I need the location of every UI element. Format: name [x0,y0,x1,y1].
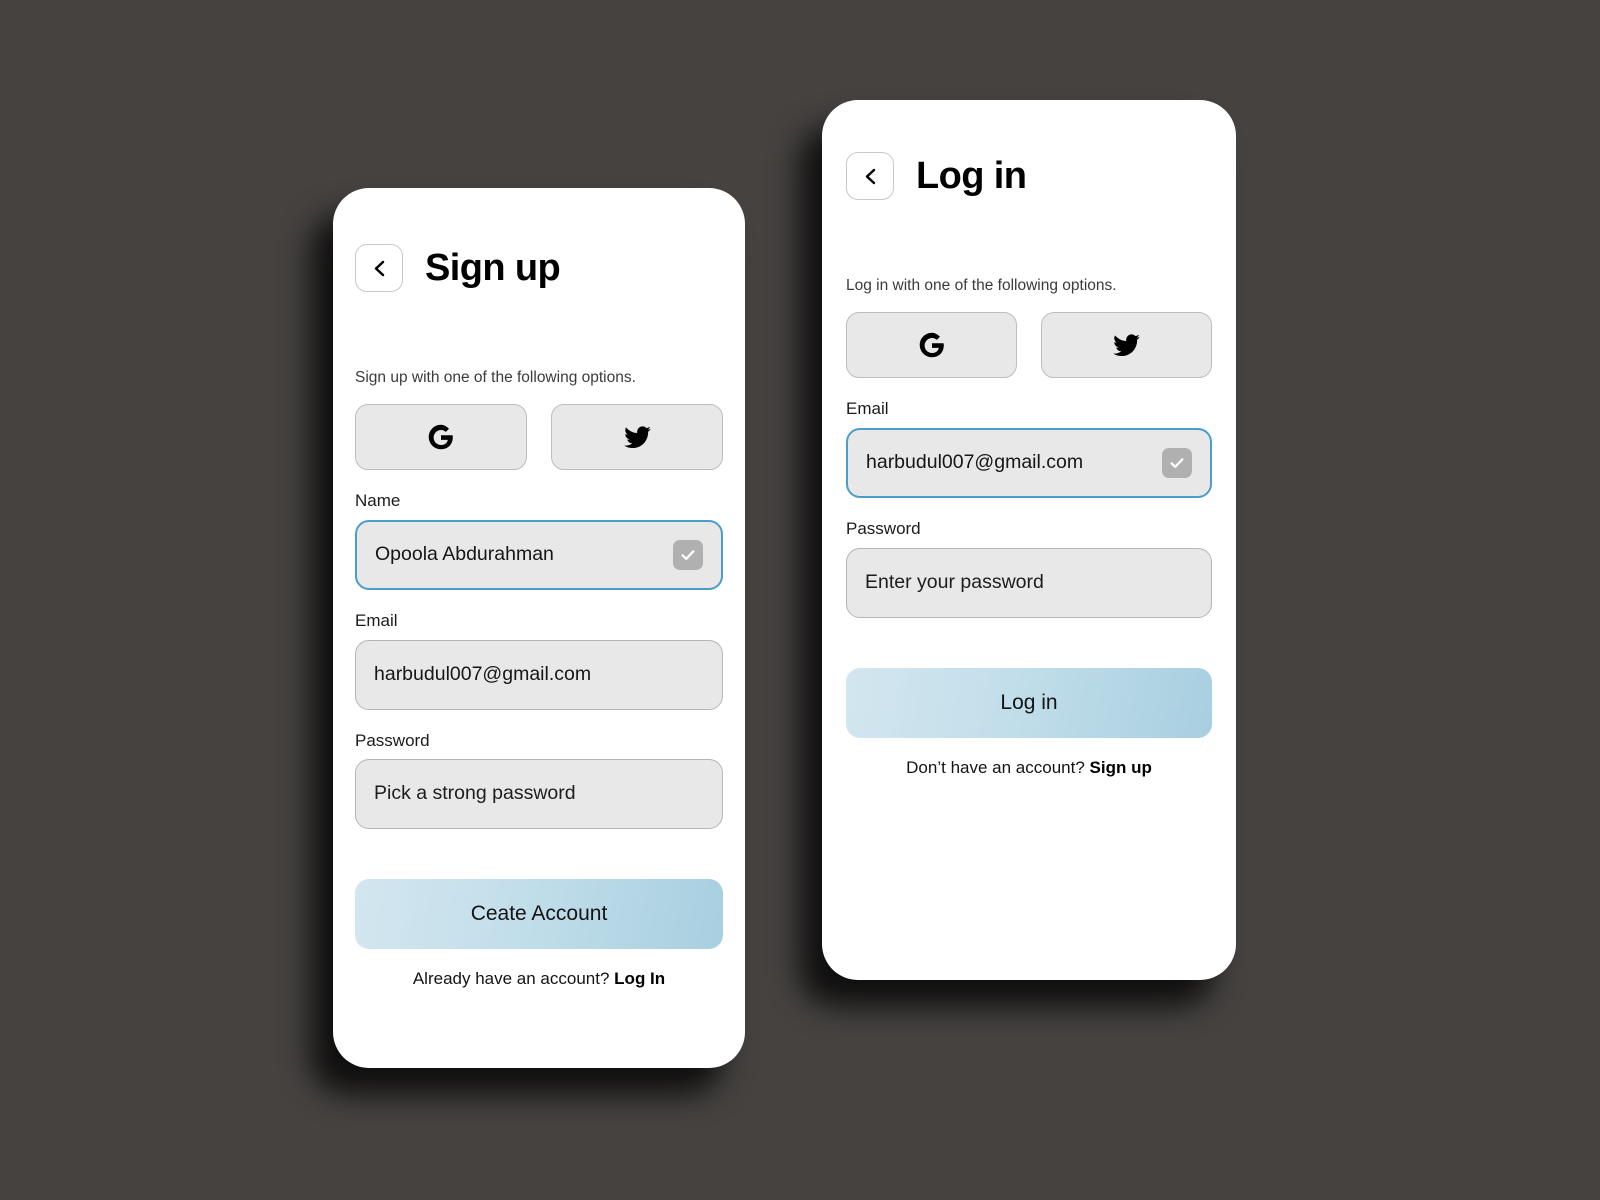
login-social-buttons [846,312,1212,379]
screen-background: Sign up Sign up with one of the followin… [0,0,1600,1200]
email-field-label: Email [355,610,398,630]
password-input[interactable]: Pick a strong password [355,759,723,830]
page-title: Sign up [425,247,561,289]
google-icon [917,330,947,360]
login-footer: Don’t have an account? Sign up [846,758,1212,778]
twitter-icon [623,423,652,452]
twitter-icon [1112,331,1141,360]
name-field-group: Name Opoola Abdurahman [355,491,723,590]
signup-footer-text: Already have an account? [412,969,610,989]
google-signup-button[interactable] [355,404,527,471]
twitter-login-button[interactable] [1041,312,1212,379]
signup-card: Sign up Sign up with one of the followin… [333,188,745,1068]
chevron-left-icon [371,259,388,278]
name-input[interactable]: Opoola Abdurahman [355,519,723,590]
name-field-label: Name [355,491,401,511]
email-input[interactable]: harbudul007@gmail.com [355,639,723,710]
password-field-group: Password Enter your password [846,518,1212,618]
chevron-left-icon [862,167,879,186]
google-login-button[interactable] [846,312,1017,379]
signup-subtitle: Sign up with one of the following option… [355,369,636,386]
check-icon [1168,454,1186,472]
email-valid-checkbox[interactable] [1162,447,1192,478]
back-button[interactable] [355,244,403,292]
page-title: Log in [916,155,1027,197]
password-input-placeholder: Enter your password [865,571,1044,593]
login-subtitle: Log in with one of the following options… [846,277,1117,294]
log-in-button[interactable]: Log in [846,667,1212,738]
create-account-button[interactable]: Ceate Account [355,879,723,950]
back-button[interactable] [846,152,894,200]
email-field-group: Email harbudul007@gmail.com [355,610,723,710]
login-header: Log in [846,152,1212,200]
password-field-label: Password [355,730,430,750]
google-icon [426,422,456,452]
signup-footer: Already have an account? Log In [355,969,723,989]
login-footer-text: Don’t have an account? [906,757,1085,777]
email-input-value: harbudul007@gmail.com [866,452,1084,474]
signup-header: Sign up [355,244,723,292]
signup-link[interactable]: Sign up [1090,758,1152,777]
password-field-label: Password [846,518,921,538]
signup-social-buttons [355,404,723,471]
login-card: Log in Log in with one of the following … [822,100,1236,980]
email-field-label: Email [846,399,889,419]
name-input-value: Opoola Abdurahman [375,544,554,566]
login-link[interactable]: Log In [614,969,665,988]
email-input-value: harbudul007@gmail.com [374,663,592,685]
check-icon [679,546,697,564]
email-field-group: Email harbudul007@gmail.com [846,399,1212,498]
email-input[interactable]: harbudul007@gmail.com [846,427,1212,498]
twitter-signup-button[interactable] [551,404,723,471]
password-input-placeholder: Pick a strong password [374,783,576,805]
name-valid-checkbox[interactable] [673,539,703,570]
password-field-group: Password Pick a strong password [355,730,723,830]
password-input[interactable]: Enter your password [846,547,1212,618]
